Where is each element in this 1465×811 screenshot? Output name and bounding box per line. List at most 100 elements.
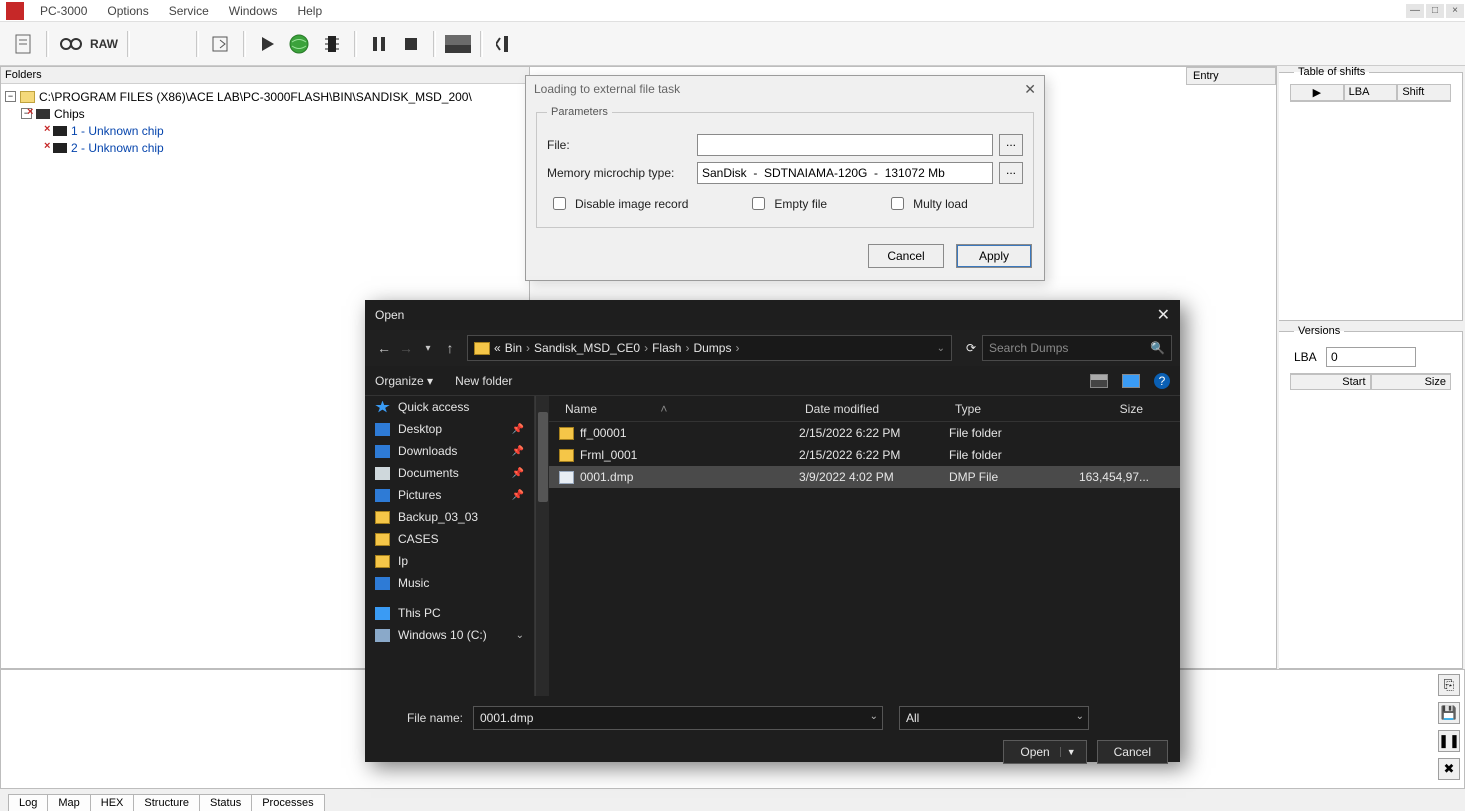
tab-structure[interactable]: Structure bbox=[133, 794, 200, 811]
chevron-down-icon[interactable]: ⌄ bbox=[1076, 711, 1084, 722]
toolbar-layout-button[interactable] bbox=[445, 29, 471, 59]
menu-options[interactable]: Options bbox=[97, 1, 158, 21]
toolbar-export-button[interactable] bbox=[208, 29, 234, 59]
search-input[interactable]: Search Dumps 🔍 bbox=[982, 335, 1172, 361]
sidetool-pause-icon[interactable]: ❚❚ bbox=[1438, 730, 1460, 752]
tree-chip-1[interactable]: 1 - Unknown chip bbox=[5, 122, 525, 139]
tab-log[interactable]: Log bbox=[8, 794, 48, 811]
versions-col-start[interactable]: Start bbox=[1290, 374, 1371, 390]
col-date[interactable]: Date modified bbox=[799, 402, 949, 416]
toolbar-world-button[interactable] bbox=[287, 29, 313, 59]
crumb-flash[interactable]: Flash bbox=[652, 341, 681, 355]
entry-column-header[interactable]: Entry bbox=[1186, 67, 1276, 85]
sidebar-desktop[interactable]: Desktop📌 bbox=[365, 418, 534, 440]
crumb-sandisk[interactable]: Sandisk_MSD_CE0 bbox=[534, 341, 640, 355]
nav-up-icon[interactable]: ↑ bbox=[439, 340, 461, 356]
chk-multy-load[interactable]: Multy load bbox=[887, 194, 968, 213]
file-input[interactable] bbox=[697, 134, 993, 156]
sidetool-delete-icon[interactable]: ✖ bbox=[1438, 758, 1460, 780]
preview-pane-icon[interactable] bbox=[1122, 374, 1140, 388]
sidetool-copy-icon[interactable]: ⎘ bbox=[1438, 674, 1460, 696]
shifts-col-shift[interactable]: Shift bbox=[1397, 84, 1451, 101]
sidebar-documents[interactable]: Documents📌 bbox=[365, 462, 534, 484]
nav-recent-icon[interactable]: ▾ bbox=[417, 343, 439, 354]
sidebar-music[interactable]: Music bbox=[365, 572, 534, 594]
toolbar-play-button[interactable] bbox=[255, 29, 281, 59]
chk-empty-file-box[interactable] bbox=[752, 197, 765, 210]
nav-back-icon[interactable]: ← bbox=[373, 340, 395, 356]
toolbar-raw-button[interactable]: RAW bbox=[90, 29, 118, 59]
sidebar-pictures[interactable]: Pictures📌 bbox=[365, 484, 534, 506]
versions-lba-input[interactable] bbox=[1326, 347, 1416, 367]
menu-service[interactable]: Service bbox=[159, 1, 219, 21]
sidebar-this-pc[interactable]: This PC bbox=[365, 602, 534, 624]
filetype-filter[interactable]: All⌄ bbox=[899, 706, 1089, 730]
toolbar-pause-button[interactable] bbox=[366, 29, 392, 59]
sidebar-scrollbar[interactable] bbox=[535, 396, 549, 696]
col-type[interactable]: Type bbox=[949, 402, 1059, 416]
tab-map[interactable]: Map bbox=[47, 794, 90, 811]
toolbar-stop-button[interactable] bbox=[398, 29, 424, 59]
open-button[interactable]: Open▼ bbox=[1003, 740, 1086, 764]
sidetool-save-icon[interactable]: 💾 bbox=[1438, 702, 1460, 724]
window-close-icon[interactable]: × bbox=[1446, 4, 1464, 18]
nav-forward-icon[interactable]: → bbox=[395, 340, 417, 356]
tab-hex[interactable]: HEX bbox=[90, 794, 135, 811]
col-size[interactable]: Size bbox=[1059, 402, 1149, 416]
desktop-icon bbox=[375, 423, 390, 436]
filename-input[interactable]: 0001.dmp⌄ bbox=[473, 706, 883, 730]
chk-empty-file[interactable]: Empty file bbox=[748, 194, 827, 213]
versions-col-size[interactable]: Size bbox=[1371, 374, 1452, 390]
open-split-icon[interactable]: ▼ bbox=[1060, 747, 1082, 757]
sidebar-drive-c[interactable]: Windows 10 (C:)⌄ bbox=[365, 624, 534, 646]
chk-multy-load-box[interactable] bbox=[891, 197, 904, 210]
tab-processes[interactable]: Processes bbox=[251, 794, 324, 811]
sidebar-quick-access[interactable]: Quick access bbox=[365, 396, 534, 418]
file-row[interactable]: 0001.dmp3/9/2022 4:02 PMDMP File163,454,… bbox=[549, 466, 1180, 488]
toolbar-search-button[interactable] bbox=[58, 29, 84, 59]
menu-windows[interactable]: Windows bbox=[219, 1, 288, 21]
tree-root[interactable]: − C:\PROGRAM FILES (X86)\ACE LAB\PC-3000… bbox=[5, 88, 525, 105]
shifts-row-selector[interactable]: ▶ bbox=[1290, 84, 1344, 101]
tree-chip-2[interactable]: 2 - Unknown chip bbox=[5, 139, 525, 156]
open-dialog-close-icon[interactable]: ✕ bbox=[1157, 305, 1170, 325]
loading-cancel-button[interactable]: Cancel bbox=[868, 244, 944, 268]
chevron-down-icon[interactable]: ⌄ bbox=[870, 711, 878, 722]
breadcrumb[interactable]: « Bin› Sandisk_MSD_CE0› Flash› Dumps› ⌄ bbox=[467, 335, 952, 361]
toolbar-exit-button[interactable] bbox=[492, 29, 518, 59]
sidebar-downloads[interactable]: Downloads📌 bbox=[365, 440, 534, 462]
view-mode-icon[interactable] bbox=[1090, 374, 1108, 388]
crumb-bin[interactable]: Bin bbox=[505, 341, 522, 355]
window-minimize-icon[interactable]: — bbox=[1406, 4, 1424, 18]
chk-disable-image[interactable]: Disable image record bbox=[549, 194, 688, 213]
globe-icon bbox=[288, 33, 312, 55]
memory-type-input[interactable] bbox=[697, 162, 993, 184]
col-name[interactable]: Name ˄ bbox=[559, 402, 799, 416]
open-cancel-button[interactable]: Cancel bbox=[1097, 740, 1168, 764]
window-maximize-icon[interactable]: □ bbox=[1426, 4, 1444, 18]
shifts-col-lba[interactable]: LBA bbox=[1344, 84, 1398, 101]
sidebar-backup[interactable]: Backup_03_03 bbox=[365, 506, 534, 528]
file-type: DMP File bbox=[949, 470, 1059, 484]
memory-type-browse-button[interactable]: ... bbox=[999, 162, 1023, 184]
toolbar-report-button[interactable] bbox=[11, 29, 37, 59]
file-row[interactable]: Frml_00012/15/2022 6:22 PMFile folder bbox=[549, 444, 1180, 466]
expand-icon[interactable]: − bbox=[5, 91, 16, 102]
organize-button[interactable]: Organize ▾ bbox=[375, 374, 433, 388]
new-folder-button[interactable]: New folder bbox=[455, 374, 512, 388]
tab-status[interactable]: Status bbox=[199, 794, 252, 811]
crumb-dumps[interactable]: Dumps bbox=[693, 341, 731, 355]
help-icon[interactable]: ? bbox=[1154, 373, 1170, 389]
nav-refresh-icon[interactable]: ⟳ bbox=[960, 341, 982, 355]
chk-disable-image-box[interactable] bbox=[553, 197, 566, 210]
sidebar-cases[interactable]: CASES bbox=[365, 528, 534, 550]
dialog-loading-close-icon[interactable]: ✕ bbox=[1024, 81, 1036, 98]
tree-chips[interactable]: − Chips bbox=[5, 105, 525, 122]
crumb-dropdown-icon[interactable]: ⌄ bbox=[937, 343, 945, 354]
toolbar-chip-button[interactable] bbox=[319, 29, 345, 59]
menu-help[interactable]: Help bbox=[287, 1, 332, 21]
file-row[interactable]: ff_000012/15/2022 6:22 PMFile folder bbox=[549, 422, 1180, 444]
sidebar-ip[interactable]: Ip bbox=[365, 550, 534, 572]
file-browse-button[interactable]: ... bbox=[999, 134, 1023, 156]
loading-apply-button[interactable]: Apply bbox=[956, 244, 1032, 268]
